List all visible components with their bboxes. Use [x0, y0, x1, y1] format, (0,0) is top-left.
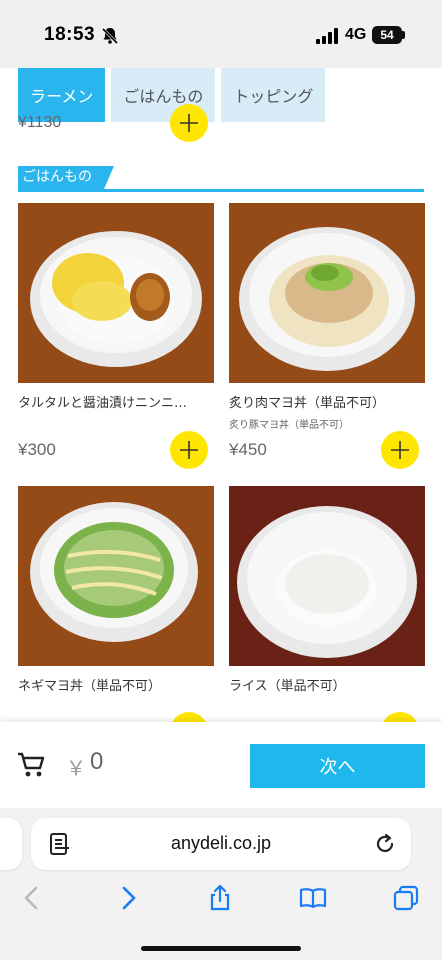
add-previous-item-button[interactable] — [170, 104, 208, 142]
product-card[interactable]: タルタルと醤油漬けニンニ… — [18, 203, 214, 413]
home-indicator — [141, 946, 301, 951]
product-name: 炙り肉マヨ丼（単品不可） — [229, 396, 386, 411]
network-label: 4G — [345, 26, 367, 43]
section-title: ごはんもの — [18, 166, 114, 189]
product-card[interactable]: ライス（単品不可） — [229, 486, 425, 696]
product-name: ネギマヨ丼（単品不可） — [18, 679, 162, 694]
forward-icon[interactable] — [114, 884, 142, 912]
product-subtitle: 炙り豚マヨ丼（単品不可） — [229, 420, 349, 431]
product-image-tartar-garlic-bowl[interactable] — [18, 203, 214, 383]
previous-tab-card[interactable] — [0, 818, 22, 870]
next-button[interactable]: 次へ — [250, 744, 425, 788]
product-card[interactable]: ネギマヨ丼（単品不可） — [18, 486, 214, 696]
signal-icon — [316, 28, 338, 44]
bell-off-icon — [101, 27, 119, 45]
product-name: ライス（単品不可） — [229, 679, 346, 694]
share-icon[interactable] — [206, 884, 234, 912]
tab-toppings[interactable]: トッピング — [221, 68, 326, 122]
url-text: anydeli.co.jp — [170, 833, 272, 853]
tabs-icon[interactable] — [392, 884, 420, 912]
plus-icon — [180, 441, 198, 459]
product-price: ¥450 — [229, 440, 267, 459]
cart-icon[interactable] — [16, 750, 46, 780]
browser-toolbar: anydeli.co.jp — [0, 808, 442, 960]
product-image-seared-meat-mayo-bowl[interactable] — [229, 203, 425, 383]
previous-item-price: ¥1130 — [18, 114, 62, 131]
plus-icon — [391, 441, 409, 459]
cart-total: 0 — [90, 748, 104, 775]
product-card[interactable]: 炙り肉マヨ丼（単品不可） 炙り豚マヨ丼（単品不可） — [229, 203, 425, 431]
currency-symbol: ￥ — [66, 756, 86, 780]
status-bar: 18:53 4G 54 — [0, 0, 442, 68]
product-image-negi-mayo-bowl[interactable] — [18, 486, 214, 666]
back-icon[interactable] — [18, 884, 46, 912]
reload-icon[interactable] — [373, 832, 397, 856]
page: 18:53 4G 54 ラーメン ごはんもの トッピング ¥1130 ごはんもの — [0, 0, 442, 960]
add-to-cart-button[interactable] — [170, 431, 208, 469]
section-header: ごはんもの — [18, 166, 424, 192]
battery-cap — [402, 31, 405, 39]
bookmarks-icon[interactable] — [299, 884, 327, 912]
battery-icon: 54 — [372, 26, 402, 44]
add-to-cart-button[interactable] — [381, 431, 419, 469]
product-name: タルタルと醤油漬けニンニ… — [18, 396, 188, 411]
status-time: 18:53 — [44, 24, 96, 45]
address-bar[interactable]: anydeli.co.jp — [31, 818, 411, 870]
product-price: ¥300 — [18, 440, 56, 459]
battery-level: 54 — [380, 28, 394, 42]
cart-bar: ￥ 0 次へ — [0, 722, 442, 808]
product-image-rice[interactable] — [229, 486, 425, 666]
plus-icon — [180, 114, 198, 132]
